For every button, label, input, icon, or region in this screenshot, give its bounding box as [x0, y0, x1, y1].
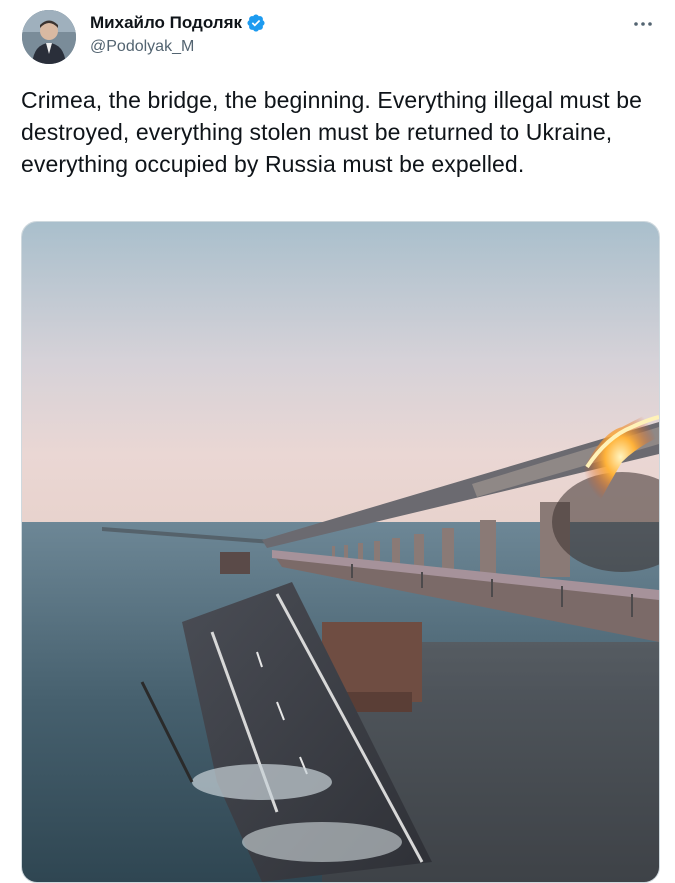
verified-badge-icon [247, 14, 265, 32]
author-handle[interactable]: @Podolyak_M [90, 36, 610, 58]
bridge-photo-image [22, 222, 659, 882]
name-row: Михайло Подоляк [90, 12, 610, 34]
tweet: Михайло Подоляк @Podolyak_M Crimea, the … [0, 0, 675, 883]
avatar[interactable] [22, 10, 76, 64]
avatar-image [22, 10, 76, 64]
tweet-photo[interactable] [21, 221, 660, 883]
tweet-text: Crimea, the bridge, the beginning. Every… [21, 87, 643, 177]
more-options-icon [634, 22, 652, 26]
more-options-button[interactable] [629, 10, 657, 38]
author-name[interactable]: Михайло Подоляк [90, 12, 242, 34]
tweet-header: Михайло Подоляк @Podolyak_M [90, 12, 610, 58]
